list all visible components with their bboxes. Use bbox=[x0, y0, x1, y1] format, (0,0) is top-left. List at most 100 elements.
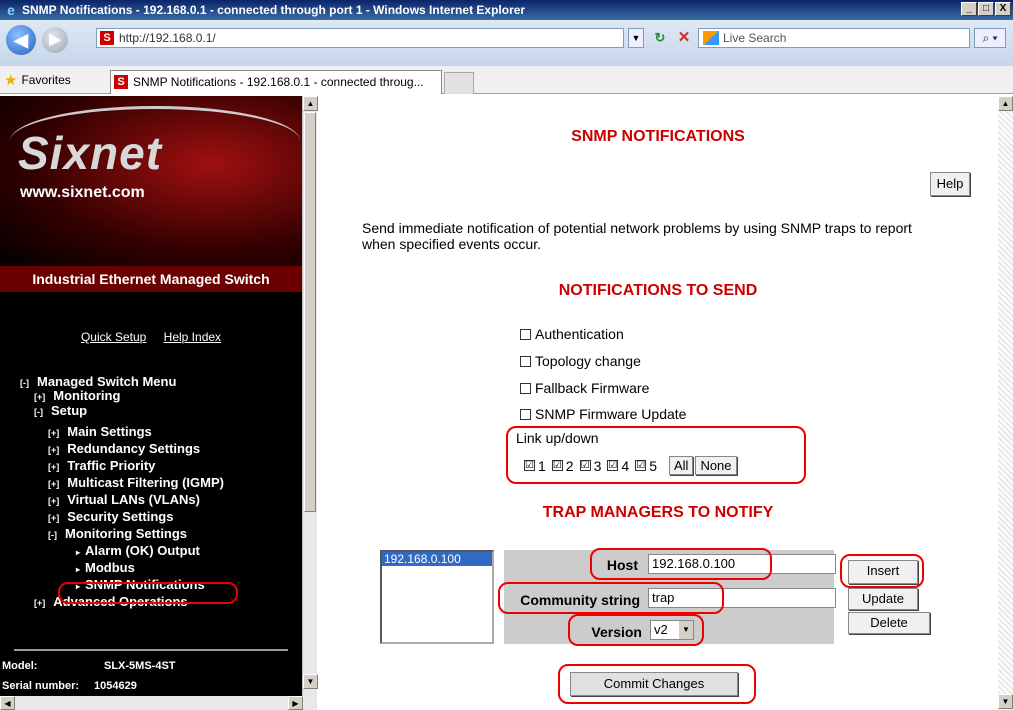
navigation-bar: ◀ ▶ S http://192.168.0.1/ ▼ ↻ ✕ Live Sea… bbox=[0, 20, 1013, 66]
back-button[interactable]: ◀ bbox=[6, 25, 36, 55]
serial-label: Serial number: bbox=[2, 680, 80, 692]
sidebar-item-setup[interactable]: [-] Setup bbox=[34, 403, 87, 420]
all-button[interactable]: All bbox=[668, 456, 694, 475]
forward-button[interactable]: ▶ bbox=[42, 27, 68, 53]
checkbox-icon bbox=[520, 328, 531, 340]
product-name: Industrial Ethernet Managed Switch bbox=[0, 266, 302, 292]
snmp-firmware-update-checkbox[interactable]: SNMP Firmware Update bbox=[520, 406, 686, 422]
port-4-checkbox[interactable]: ☑ 4 bbox=[607, 458, 629, 474]
scroll-right-icon[interactable]: ▶ bbox=[288, 696, 303, 710]
close-button[interactable]: X bbox=[995, 2, 1011, 16]
star-icon: ★ bbox=[4, 72, 18, 89]
live-search-icon bbox=[703, 31, 719, 45]
checkbox-checked-icon: ☑ bbox=[635, 460, 647, 471]
scroll-down-icon[interactable]: ▼ bbox=[303, 674, 318, 689]
tab-label: SNMP Notifications - 192.168.0.1 - conne… bbox=[133, 75, 424, 89]
bullet-icon: ▸ bbox=[76, 548, 81, 557]
port-3-checkbox[interactable]: ☑ 3 bbox=[579, 458, 601, 474]
search-button[interactable]: ⌕ ▾ bbox=[974, 28, 1006, 48]
browser-tab[interactable]: S SNMP Notifications - 192.168.0.1 - con… bbox=[110, 70, 442, 94]
site-favicon-icon: S bbox=[100, 31, 114, 45]
sidebar-item-multicast-filtering[interactable]: [+] Multicast Filtering (IGMP) bbox=[48, 475, 224, 492]
checkbox-icon bbox=[520, 355, 531, 367]
sidebar-horizontal-scrollbar[interactable]: ◀ ▶ bbox=[0, 696, 317, 710]
trap-manager-list[interactable]: 192.168.0.100 bbox=[380, 550, 494, 644]
sidebar-item-vlans[interactable]: [+] Virtual LANs (VLANs) bbox=[48, 492, 200, 509]
new-tab-button[interactable] bbox=[444, 72, 474, 94]
notifications-heading: NOTIFICATIONS TO SEND bbox=[558, 282, 758, 299]
refresh-icon[interactable]: ↻ bbox=[650, 28, 670, 48]
delete-button[interactable]: Delete bbox=[848, 612, 930, 634]
model-label: Model: bbox=[2, 660, 38, 672]
sixnet-banner: Sixnet www.sixnet.com bbox=[0, 96, 302, 266]
stop-icon[interactable]: ✕ bbox=[674, 28, 694, 48]
sidebar-item-main-settings[interactable]: [+] Main Settings bbox=[48, 424, 152, 441]
checkbox-checked-icon: ☑ bbox=[579, 460, 591, 471]
page-description: Send immediate notification of potential… bbox=[362, 220, 912, 252]
sidebar-divider bbox=[14, 649, 288, 651]
highlight-ring-host bbox=[590, 548, 772, 580]
help-button[interactable]: Help bbox=[930, 172, 970, 196]
bullet-icon: ▸ bbox=[76, 565, 81, 574]
checkbox-checked-icon: ☑ bbox=[607, 460, 619, 471]
favorites-button[interactable]: ★ Favorites bbox=[4, 71, 71, 89]
authentication-checkbox[interactable]: Authentication bbox=[520, 326, 624, 342]
sixnet-logo: Sixnet bbox=[18, 127, 163, 179]
main-frame: SNMP NOTIFICATIONS Help Send immediate n… bbox=[318, 96, 998, 710]
highlight-ring-version bbox=[568, 614, 704, 646]
highlight-ring-commit bbox=[558, 664, 756, 704]
highlight-ring-snmp-notifications bbox=[58, 582, 238, 604]
port-2-checkbox[interactable]: ☑ 2 bbox=[551, 458, 574, 474]
scroll-up-icon[interactable]: ▲ bbox=[998, 96, 1013, 111]
sidebar-frame: Sixnet www.sixnet.com Industrial Etherne… bbox=[0, 96, 302, 706]
port-1-checkbox[interactable]: ☑ 1 bbox=[524, 458, 546, 474]
link-updown-label: Link up/down bbox=[516, 430, 599, 446]
address-dropdown-button[interactable]: ▼ bbox=[628, 28, 644, 48]
sidebar-scroll-thumb[interactable] bbox=[304, 112, 316, 512]
highlight-ring-community bbox=[498, 582, 724, 614]
highlight-ring-insert bbox=[840, 554, 924, 588]
scroll-up-icon[interactable]: ▲ bbox=[303, 96, 318, 111]
tab-favicon-icon: S bbox=[114, 75, 128, 89]
sidebar-item-modbus[interactable]: ▸ Modbus bbox=[76, 560, 135, 578]
address-text: http://192.168.0.1/ bbox=[119, 31, 216, 45]
page-title: SNMP NOTIFICATIONS bbox=[571, 128, 745, 145]
quick-links: Quick Setup Help Index bbox=[0, 330, 302, 344]
port-5-checkbox[interactable]: ☑ 5 bbox=[635, 458, 657, 474]
window-titlebar: e SNMP Notifications - 192.168.0.1 - con… bbox=[0, 0, 1013, 20]
trap-manager-item[interactable]: 192.168.0.100 bbox=[382, 552, 492, 566]
sidebar-item-redundancy-settings[interactable]: [+] Redundancy Settings bbox=[48, 441, 200, 458]
maximize-button[interactable]: □ bbox=[978, 2, 994, 16]
search-placeholder: Live Search bbox=[723, 31, 787, 45]
window-title: SNMP Notifications - 192.168.0.1 - conne… bbox=[22, 3, 526, 17]
link-ports-row: ☑ 1 ☑ 2 ☑ 3 ☑ 4 ☑ 5 All None bbox=[524, 456, 737, 475]
sidebar-item-security-settings[interactable]: [+] Security Settings bbox=[48, 509, 173, 526]
trap-managers-heading: TRAP MANAGERS TO NOTIFY bbox=[542, 504, 774, 521]
serial-value: 1054629 bbox=[94, 680, 137, 692]
quick-setup-link[interactable]: Quick Setup bbox=[81, 330, 146, 344]
main-vertical-scrollbar[interactable]: ▲ ▼ bbox=[998, 96, 1013, 710]
ie-logo-icon: e bbox=[7, 2, 15, 18]
sidebar-item-alarm-output[interactable]: ▸ Alarm (OK) Output bbox=[76, 543, 200, 561]
topology-change-checkbox[interactable]: Topology change bbox=[520, 353, 641, 369]
checkbox-checked-icon: ☑ bbox=[551, 460, 563, 471]
checkbox-checked-icon: ☑ bbox=[524, 460, 535, 471]
help-index-link[interactable]: Help Index bbox=[164, 330, 221, 344]
checkbox-icon bbox=[520, 382, 531, 394]
sidebar-vertical-scrollbar[interactable]: ▲ ▼ bbox=[302, 96, 318, 696]
scroll-down-icon[interactable]: ▼ bbox=[998, 694, 1013, 709]
search-input[interactable]: Live Search bbox=[698, 28, 970, 48]
model-value: SLX-5MS-4ST bbox=[104, 660, 176, 672]
fallback-firmware-checkbox[interactable]: Fallback Firmware bbox=[520, 380, 649, 396]
sixnet-url: www.sixnet.com bbox=[20, 184, 145, 201]
favorites-bar: ★ Favorites S SNMP Notifications - 192.1… bbox=[0, 66, 1013, 94]
none-button[interactable]: None bbox=[695, 456, 737, 475]
update-button[interactable]: Update bbox=[848, 588, 918, 610]
checkbox-icon bbox=[520, 408, 531, 420]
sidebar-item-traffic-priority[interactable]: [+] Traffic Priority bbox=[48, 458, 155, 475]
minimize-button[interactable]: _ bbox=[961, 2, 977, 16]
sidebar-item-monitoring-settings[interactable]: [-] Monitoring Settings bbox=[48, 526, 187, 543]
favorites-label: Favorites bbox=[21, 73, 71, 87]
address-field[interactable]: S http://192.168.0.1/ bbox=[96, 28, 624, 48]
scroll-left-icon[interactable]: ◀ bbox=[0, 696, 15, 710]
